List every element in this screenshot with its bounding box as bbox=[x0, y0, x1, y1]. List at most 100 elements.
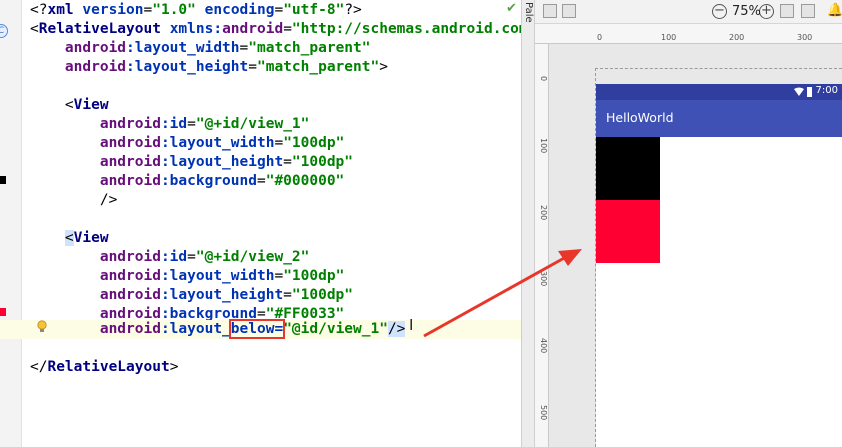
ruler-tick-label: 100 bbox=[539, 138, 548, 154]
code-token: "match_parent" bbox=[256, 59, 380, 75]
code-line[interactable]: </RelativeLayout> bbox=[0, 358, 521, 377]
status-bar: 7:00 bbox=[596, 84, 842, 100]
code-token: :layout_width bbox=[160, 268, 275, 284]
code-line[interactable] bbox=[0, 339, 521, 358]
code-line[interactable]: android:background="#000000" bbox=[0, 172, 521, 191]
horizontal-ruler: 0 100 200 300 bbox=[535, 24, 842, 44]
ruler-tick-label: 300 bbox=[539, 271, 548, 287]
code-line[interactable]: android:id="@+id/view_1" bbox=[0, 115, 521, 134]
code-token: "100dp" bbox=[283, 268, 345, 284]
code-token: "1.0" bbox=[152, 2, 196, 18]
code-line[interactable]: android:layout_width="100dp" bbox=[0, 267, 521, 286]
xml-code-editor[interactable]: C <?xml version="1.0" encoding="utf-8"?>… bbox=[0, 0, 521, 447]
code-token: "http://schemas.android.com/ bbox=[291, 21, 521, 37]
code-token: View bbox=[73, 97, 109, 113]
code-token: "@id/view_1" bbox=[283, 321, 388, 337]
code-line-text: /> bbox=[30, 191, 117, 210]
code-line[interactable]: <View bbox=[0, 229, 521, 248]
code-token: android bbox=[99, 287, 161, 303]
code-line[interactable] bbox=[0, 210, 521, 229]
layout-toggle-button-2[interactable] bbox=[562, 4, 576, 18]
code-token: = bbox=[283, 154, 292, 170]
lightbulb-icon[interactable] bbox=[36, 320, 48, 334]
code-line[interactable]: android:layout_width="100dp" bbox=[0, 134, 521, 153]
code-line-text: </RelativeLayout> bbox=[30, 358, 178, 377]
code-token: android bbox=[99, 154, 161, 170]
code-line-text: android:background="#000000" bbox=[30, 172, 344, 191]
code-token: < bbox=[30, 21, 39, 37]
palette-tab-label[interactable]: Pale bbox=[523, 2, 534, 23]
code-token: "#000000" bbox=[265, 173, 345, 189]
code-token: = bbox=[274, 268, 284, 284]
code-token: xml bbox=[47, 2, 83, 18]
zoom-fit-icon[interactable] bbox=[780, 4, 794, 18]
code-line[interactable]: android:layout_height="100dp" bbox=[0, 153, 521, 172]
code-line-text: android:layout_width="match_parent" bbox=[30, 39, 371, 58]
ruler-tick-label: 200 bbox=[539, 205, 548, 221]
zoom-out-icon[interactable]: − bbox=[712, 4, 727, 19]
code-token: :layout_height bbox=[160, 287, 284, 303]
notifications-bell-icon[interactable]: 🔔 bbox=[827, 3, 842, 18]
code-line-text: android:id="@+id/view_1" bbox=[30, 115, 310, 134]
check-icon: ✔ bbox=[506, 1, 517, 16]
ruler-tick-label: 300 bbox=[797, 33, 813, 42]
design-toolbar: − + 🔔 bbox=[535, 0, 842, 24]
code-token: android bbox=[99, 268, 161, 284]
code-token: android bbox=[99, 116, 161, 132]
status-time: 7:00 bbox=[815, 85, 838, 96]
code-line[interactable]: android:layout_height="100dp" bbox=[0, 286, 521, 305]
code-token: = bbox=[274, 2, 284, 18]
ruler-tick-label: 0 bbox=[539, 76, 548, 82]
code-token: <? bbox=[30, 2, 48, 18]
code-token: "100dp" bbox=[291, 287, 354, 303]
code-token: < bbox=[64, 230, 74, 246]
code-line[interactable]: <View bbox=[0, 96, 521, 115]
device-preview[interactable]: 7:00 HelloWorld bbox=[596, 84, 842, 447]
code-line-text: <?xml version="1.0" encoding="utf-8"?> bbox=[30, 1, 362, 20]
action-bar: HelloWorld bbox=[596, 100, 842, 137]
code-token: ?> bbox=[344, 2, 362, 18]
code-token: :layout_width bbox=[160, 135, 275, 151]
code-token: :id bbox=[160, 249, 188, 265]
text-cursor-icon: I bbox=[409, 316, 414, 334]
code-line[interactable]: android:layout_width="match_parent" bbox=[0, 39, 521, 58]
ruler-tick-label: 100 bbox=[661, 33, 677, 42]
code-line[interactable]: <?xml version="1.0" encoding="utf-8"?> bbox=[0, 1, 521, 20]
code-token: :id bbox=[160, 116, 188, 132]
code-token: :layout_height bbox=[126, 59, 249, 75]
code-line[interactable]: android:layout_below="@id/view_1"/> bbox=[0, 319, 521, 339]
code-token: android bbox=[64, 59, 127, 75]
refresh-icon[interactable] bbox=[801, 4, 815, 18]
code-token: = bbox=[143, 2, 153, 18]
layout-toggle-button[interactable] bbox=[543, 4, 557, 18]
ruler-tick-label: 400 bbox=[539, 338, 548, 354]
view-2-red-box[interactable] bbox=[596, 200, 660, 263]
code-line-text: android:layout_width="100dp" bbox=[30, 134, 344, 153]
code-line-text: android:layout_height="100dp" bbox=[30, 286, 353, 305]
code-line[interactable]: android:id="@+id/view_2" bbox=[0, 248, 521, 267]
code-line[interactable]: android:layout_height="match_parent"> bbox=[0, 58, 521, 77]
view-1-black-box[interactable] bbox=[596, 137, 660, 200]
wifi-battery-icon bbox=[794, 87, 812, 97]
code-token: = bbox=[187, 116, 196, 132]
code-token: /> bbox=[387, 321, 406, 337]
ruler-tick-label: 200 bbox=[729, 33, 745, 42]
code-token: xmlns: bbox=[169, 21, 223, 37]
code-line[interactable]: /> bbox=[0, 191, 521, 210]
vertical-ruler: 0 100 200 300 400 500 bbox=[535, 44, 549, 447]
code-token: = bbox=[274, 135, 284, 151]
code-token: :layout_ bbox=[160, 321, 231, 337]
code-token: :layout_width bbox=[126, 40, 240, 56]
code-line[interactable] bbox=[0, 77, 521, 96]
palette-tool-window-strip[interactable] bbox=[521, 0, 535, 447]
code-token: android bbox=[99, 249, 161, 265]
code-line-text: <View bbox=[30, 96, 109, 115]
code-token: = bbox=[256, 173, 266, 189]
zoom-in-icon[interactable]: + bbox=[759, 4, 774, 19]
code-line[interactable]: <RelativeLayout xmlns:android="http://sc… bbox=[0, 20, 521, 39]
